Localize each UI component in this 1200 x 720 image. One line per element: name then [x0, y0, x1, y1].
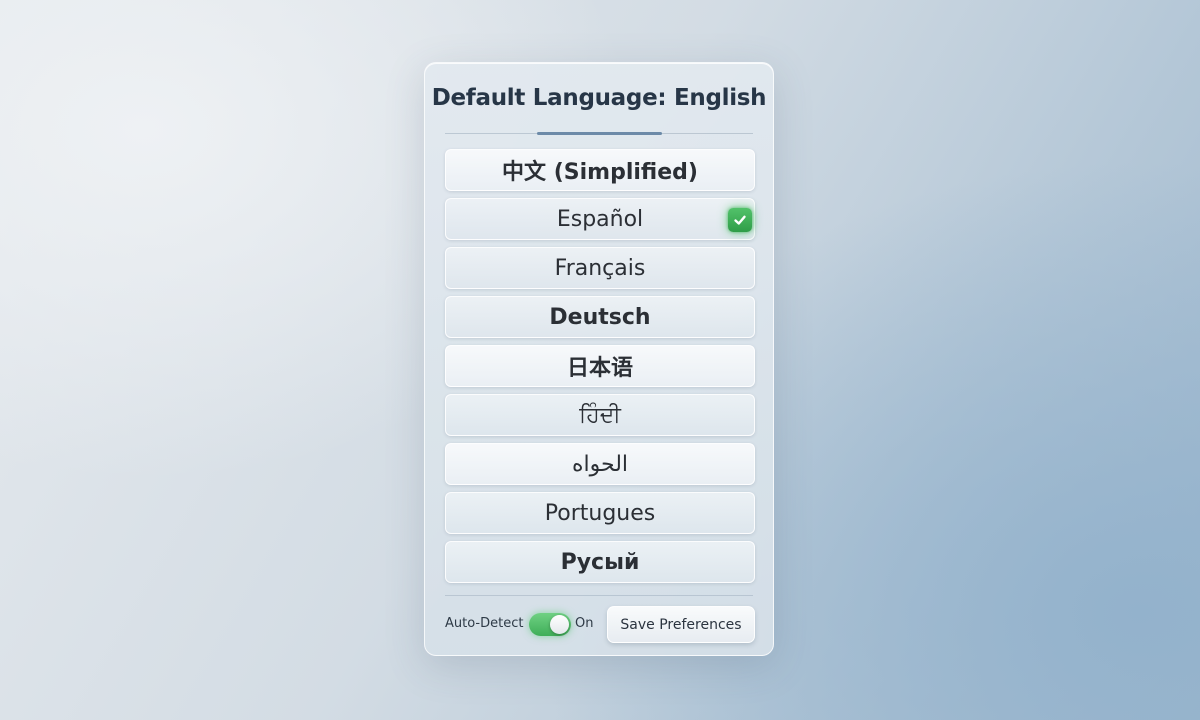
auto-detect-label: Auto-Detect	[445, 616, 524, 631]
checkmark-icon	[728, 208, 752, 232]
language-label: ਹਿੰਦੀ	[579, 402, 621, 428]
panel-title: Default Language: English	[431, 85, 767, 111]
language-option-portuguese[interactable]: Portugues	[445, 492, 755, 534]
title-underline-accent	[537, 132, 662, 135]
language-option-spanish[interactable]: Español	[445, 198, 755, 240]
language-option-russian[interactable]: Русый	[445, 541, 755, 583]
language-option-hindi[interactable]: ਹਿੰਦੀ	[445, 394, 755, 436]
language-option-japanese[interactable]: 日本语	[445, 345, 755, 387]
language-label: Español	[556, 206, 644, 232]
language-option-arabic[interactable]: الحواه	[445, 443, 755, 485]
language-list: 中文 (Simplified) Español Français Deutsch…	[445, 149, 755, 590]
toggle-knob	[550, 615, 569, 634]
language-label: Deutsch	[549, 304, 651, 330]
auto-detect-state: On	[575, 616, 594, 631]
auto-detect-toggle[interactable]	[529, 613, 571, 636]
language-label: Portugues	[544, 500, 656, 526]
save-preferences-button[interactable]: Save Preferences	[607, 606, 755, 643]
language-label: الحواه	[571, 451, 629, 477]
language-label: 日本语	[566, 356, 633, 381]
language-label: Русый	[560, 549, 640, 575]
language-label: 中文 (Simplified)	[502, 160, 698, 185]
language-option-french[interactable]: Français	[445, 247, 755, 289]
language-settings-panel: Default Language: English 中文 (Simplified…	[424, 62, 774, 656]
language-option-chinese[interactable]: 中文 (Simplified)	[445, 149, 755, 191]
language-option-german[interactable]: Deutsch	[445, 296, 755, 338]
footer-divider	[445, 595, 753, 596]
language-label: Français	[554, 255, 646, 281]
